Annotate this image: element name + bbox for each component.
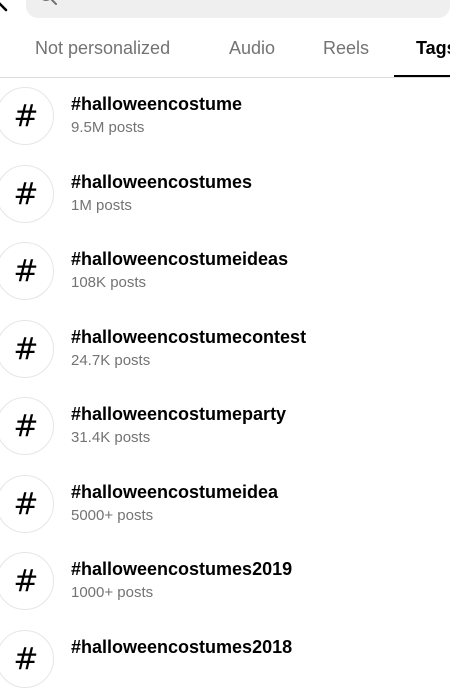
tab-audio[interactable]: Audio	[229, 38, 275, 59]
hashtag-icon: #	[0, 631, 55, 689]
hashtag-icon: #	[0, 243, 55, 301]
hashtag-icon: #	[0, 166, 55, 224]
tab-reels[interactable]: Reels	[323, 38, 369, 59]
hashtag-avatar: #	[0, 242, 54, 300]
tag-name: #halloweencostumeparty	[71, 404, 286, 425]
tab-tags[interactable]: Tags	[416, 38, 450, 59]
search-bar: halloweencostume	[0, 0, 450, 18]
tag-post-count: 9.5M posts	[71, 119, 144, 136]
tag-post-count: 31.4K posts	[71, 429, 150, 446]
active-tab-indicator	[394, 75, 450, 77]
hashtag-icon: #	[0, 398, 55, 456]
tag-result-item[interactable]: # #halloweencostumes2018	[0, 621, 450, 698]
tag-name: #halloweencostumes2018	[71, 637, 292, 658]
hashtag-avatar: #	[0, 165, 54, 223]
hashtag-avatar: #	[0, 552, 54, 610]
hashtag-avatar: #	[0, 397, 54, 455]
hashtag-avatar: #	[0, 475, 54, 533]
tag-name: #halloweencostumeidea	[71, 482, 278, 503]
tag-result-item[interactable]: # #halloweencostumeidea 5000+ posts	[0, 466, 450, 544]
hashtag-icon: #	[0, 88, 55, 146]
tag-result-item[interactable]: # #halloweencostumes 1M posts	[0, 156, 450, 234]
tag-post-count: 5000+ posts	[71, 507, 153, 524]
hashtag-icon: #	[0, 553, 55, 611]
tag-post-count: 1M posts	[71, 197, 132, 214]
back-arrow-icon[interactable]	[0, 0, 12, 18]
hashtag-icon: #	[0, 321, 55, 379]
tag-results-list: # #halloweencostume 9.5M posts # #hallow…	[0, 78, 450, 698]
tag-name: #halloweencostumeideas	[71, 249, 288, 270]
tag-result-item[interactable]: # #halloweencostume 9.5M posts	[0, 78, 450, 156]
hashtag-icon: #	[0, 476, 55, 534]
tab-bar: Not personalized Audio Reels Tags	[0, 28, 450, 78]
hashtag-avatar: #	[0, 630, 54, 688]
tag-post-count: 108K posts	[71, 274, 146, 291]
tag-result-item[interactable]: # #halloweencostumes2019 1000+ posts	[0, 543, 450, 621]
tag-post-count: 24.7K posts	[71, 352, 150, 369]
search-query-text: halloweencostume	[68, 0, 225, 6]
tag-name: #halloweencostume	[71, 94, 242, 115]
search-icon	[38, 0, 58, 6]
hashtag-avatar: #	[0, 87, 54, 145]
search-input[interactable]: halloweencostume	[26, 0, 450, 18]
tag-result-item[interactable]: # #halloweencostumecontest 24.7K posts	[0, 311, 450, 389]
hashtag-avatar: #	[0, 320, 54, 378]
tag-result-item[interactable]: # #halloweencostumeparty 31.4K posts	[0, 388, 450, 466]
tag-result-item[interactable]: # #halloweencostumeideas 108K posts	[0, 233, 450, 311]
tag-name: #halloweencostumes	[71, 172, 252, 193]
tag-name: #halloweencostumecontest	[71, 327, 306, 348]
tag-post-count: 1000+ posts	[71, 584, 153, 601]
tab-not-personalized[interactable]: Not personalized	[35, 38, 170, 59]
tag-name: #halloweencostumes2019	[71, 559, 292, 580]
